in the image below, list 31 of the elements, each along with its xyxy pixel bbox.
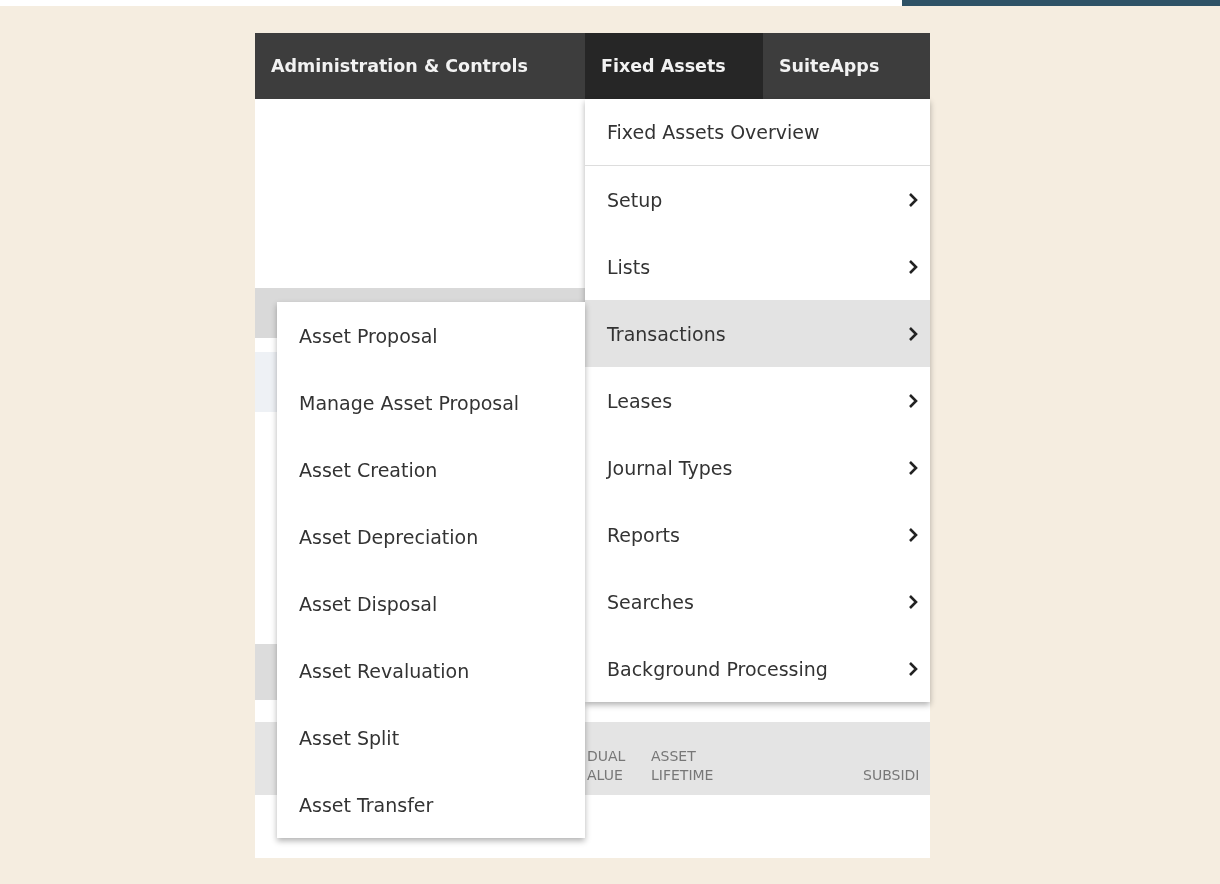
menu-item[interactable]: Asset Depreciation — [277, 503, 585, 570]
menu-item[interactable]: Fixed Assets Overview — [585, 99, 930, 166]
menu-item[interactable]: Journal Types — [585, 434, 930, 501]
chevron-right-icon — [908, 191, 918, 208]
chevron-right-icon — [908, 459, 918, 476]
menu-item[interactable]: Lists — [585, 233, 930, 300]
menu-item[interactable]: Asset Proposal — [277, 302, 585, 369]
menu-item[interactable]: Searches — [585, 568, 930, 635]
menu-item[interactable]: Reports — [585, 501, 930, 568]
menu-item[interactable]: Asset Disposal — [277, 570, 585, 637]
chevron-right-icon — [908, 660, 918, 677]
chevron-right-icon — [908, 258, 918, 275]
menu-item[interactable]: Asset Transfer — [277, 771, 585, 838]
column-header: ASSET LIFETIME — [651, 747, 715, 785]
menu-item[interactable]: Asset Split — [277, 704, 585, 771]
nav-tab[interactable]: Administration & Controls — [255, 33, 585, 99]
chevron-right-icon — [908, 392, 918, 409]
menu-item[interactable]: Background Processing — [585, 635, 930, 702]
menu-item[interactable]: Asset Revaluation — [277, 637, 585, 704]
nav-tab[interactable]: Fixed Assets — [585, 33, 763, 99]
chevron-right-icon — [908, 526, 918, 543]
chevron-right-icon — [908, 593, 918, 610]
chevron-right-icon — [908, 325, 918, 342]
menu-item[interactable]: Manage Asset Proposal — [277, 369, 585, 436]
column-header: DUAL ALUE — [587, 747, 627, 785]
menu-item[interactable]: Setup — [585, 166, 930, 233]
column-header: SUBSIDI — [863, 766, 920, 785]
menu-item[interactable]: Transactions — [585, 300, 930, 367]
menu-item[interactable]: Asset Creation — [277, 436, 585, 503]
menu-item[interactable]: Leases — [585, 367, 930, 434]
nav-tab[interactable]: SuiteApps — [763, 33, 930, 99]
